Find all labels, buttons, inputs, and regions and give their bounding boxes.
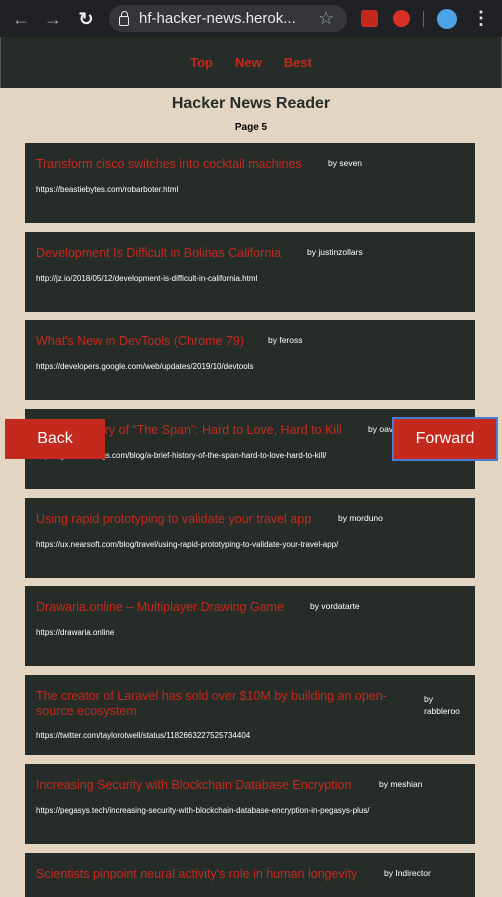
story-author: by seven xyxy=(328,158,363,168)
story-author: by feross xyxy=(268,335,303,345)
story-url: https://developers.google.com/web/update… xyxy=(36,362,254,371)
nav-link-best[interactable]: Best xyxy=(284,55,312,70)
story-title[interactable]: Drawaria.online – Multiplayer Drawing Ga… xyxy=(36,600,284,615)
story-title[interactable]: What's New in DevTools (Chrome 79) xyxy=(36,334,244,349)
back-button[interactable]: Back xyxy=(5,419,105,459)
story-title[interactable]: Using rapid prototyping to validate your… xyxy=(36,512,311,527)
story-title[interactable]: Transform cisco switches into cocktail m… xyxy=(36,157,302,172)
forward-arrow-icon[interactable]: → xyxy=(42,8,64,30)
story-url: https://pegasys.tech/increasing-security… xyxy=(36,806,370,815)
bookmark-star-icon[interactable]: ☆ xyxy=(318,8,334,29)
story-author: by vordatarte xyxy=(310,601,360,611)
forward-button[interactable]: Forward xyxy=(392,417,498,461)
story-card[interactable]: Scientists pinpoint neural activity's ro… xyxy=(25,853,475,897)
back-arrow-icon[interactable]: ← xyxy=(10,8,32,30)
story-author: by rabbleroo xyxy=(424,694,460,716)
story-url: https://beastiebytes.com/robarboter.html xyxy=(36,185,179,194)
extension-icon[interactable] xyxy=(361,10,378,27)
story-url: https://ux.nearsoft.com/blog/travel/usin… xyxy=(36,540,339,549)
story-card[interactable]: Drawaria.online – Multiplayer Drawing Ga… xyxy=(25,586,475,666)
story-title[interactable]: Scientists pinpoint neural activity's ro… xyxy=(36,867,357,882)
story-author: by meshian xyxy=(379,779,423,789)
browser-toolbar: ← → ↻ hf-hacker-news.herok... ☆ ⋮ xyxy=(0,0,502,37)
url-text: hf-hacker-news.herok... xyxy=(139,10,296,27)
story-card[interactable]: Development Is Difficult in Bolinas Cali… xyxy=(25,232,475,312)
story-card[interactable]: Using rapid prototyping to validate your… xyxy=(25,498,475,578)
story-card[interactable]: Transform cisco switches into cocktail m… xyxy=(25,143,475,223)
story-url: https://drawaria.online xyxy=(36,628,115,637)
story-title[interactable]: Increasing Security with Blockchain Data… xyxy=(36,778,351,793)
profile-avatar[interactable] xyxy=(437,9,457,29)
story-author: by morduno xyxy=(338,513,383,523)
story-author: by justinzollars xyxy=(307,247,363,257)
story-title[interactable]: Development Is Difficult in Bolinas Cali… xyxy=(36,246,281,261)
browser-menu-icon[interactable]: ⋮ xyxy=(472,8,490,29)
adblock-icon[interactable] xyxy=(393,10,410,27)
lock-icon xyxy=(119,10,129,26)
story-card[interactable]: What's New in DevTools (Chrome 79) by fe… xyxy=(25,320,475,400)
story-card[interactable]: Increasing Security with Blockchain Data… xyxy=(25,764,475,844)
story-title[interactable]: The creator of Laravel has sold over $10… xyxy=(36,689,406,719)
address-bar[interactable]: hf-hacker-news.herok... xyxy=(109,5,347,32)
page-number: Page 5 xyxy=(234,122,268,133)
page-title: Hacker News Reader xyxy=(171,95,331,112)
nav-link-new[interactable]: New xyxy=(235,55,262,70)
toolbar-divider xyxy=(423,11,424,27)
story-card[interactable]: The creator of Laravel has sold over $10… xyxy=(25,675,475,755)
top-nav: Top New Best xyxy=(0,37,502,88)
nav-link-top[interactable]: Top xyxy=(190,55,213,70)
story-url: https://twitter.com/taylorotwell/status/… xyxy=(36,731,251,740)
reload-icon[interactable]: ↻ xyxy=(75,8,97,30)
story-url: http://jz.io/2018/05/12/development-is-d… xyxy=(36,274,258,283)
story-author: by oav xyxy=(368,424,394,434)
story-author: by Indirector xyxy=(384,868,431,878)
